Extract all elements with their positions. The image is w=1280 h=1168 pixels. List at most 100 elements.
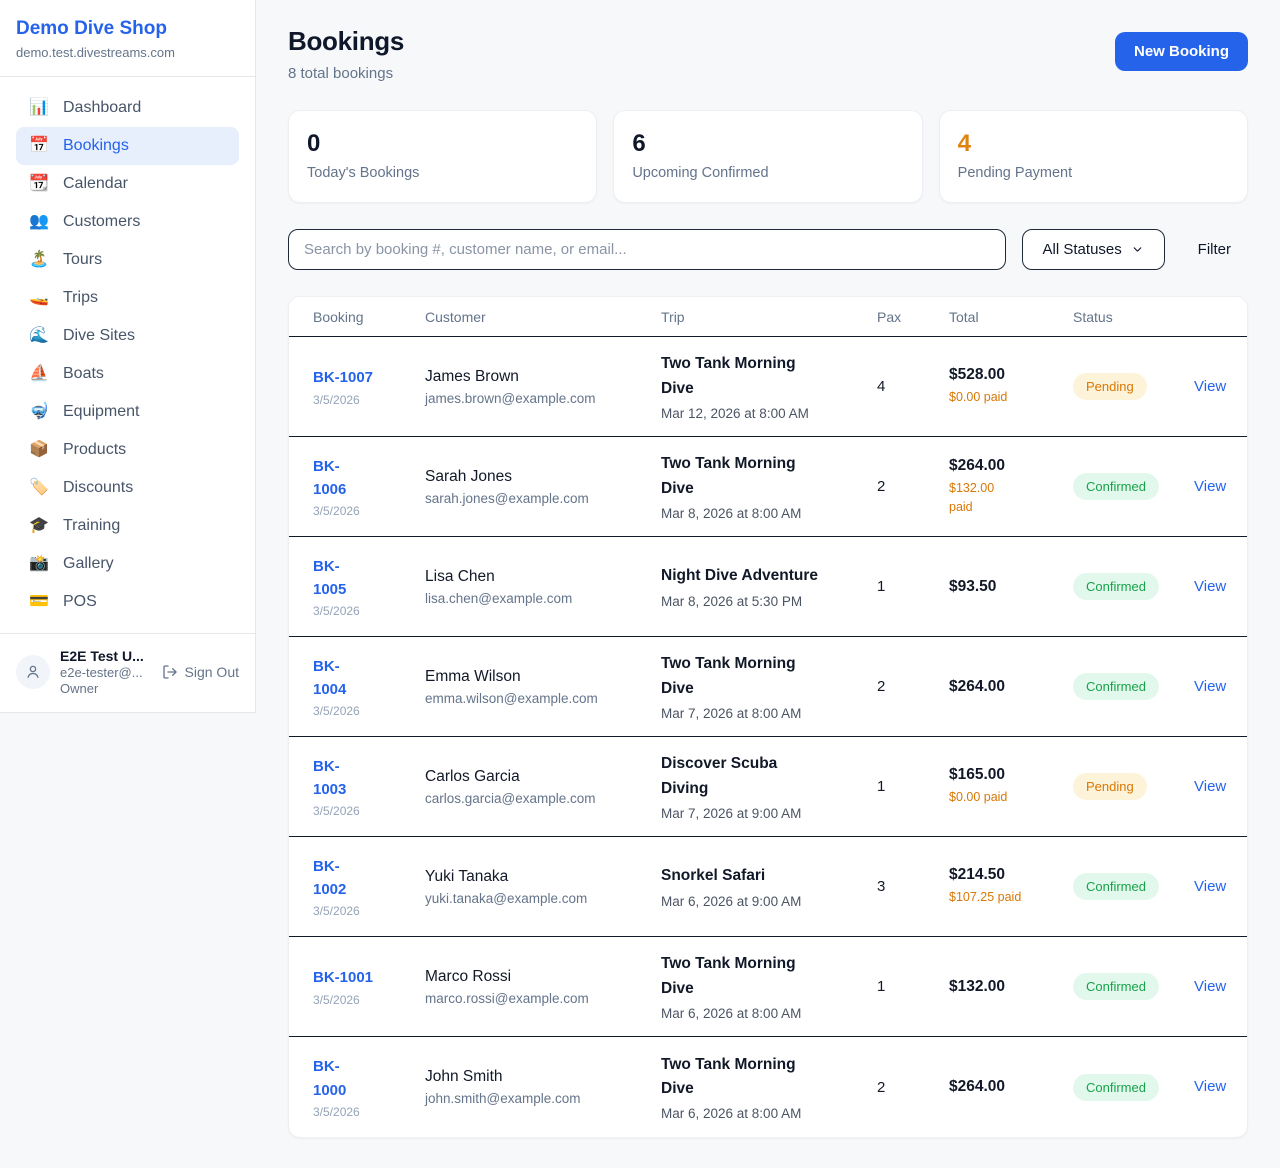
view-link[interactable]: View [1194, 878, 1226, 895]
customer-email: carlos.garcia@example.com [425, 791, 661, 806]
booking-date: 3/5/2026 [313, 393, 425, 407]
view-link[interactable]: View [1194, 578, 1226, 595]
sidebar-item-tours[interactable]: 🏝️ Tours [16, 241, 239, 279]
customer-cell: John Smith john.smith@example.com [425, 1068, 661, 1106]
sidebar-item-equipment[interactable]: 🤿 Equipment [16, 393, 239, 431]
sign-out-button[interactable]: Sign Out [162, 664, 239, 680]
app-root: Demo Dive Shop demo.test.divestreams.com… [0, 0, 1280, 1168]
status-cell: Pending [1073, 773, 1194, 800]
booking-id-link[interactable]: BK-1001 [313, 966, 373, 989]
sidebar-item-label: Tours [63, 251, 102, 269]
total-amount: $264.00 [949, 457, 1073, 475]
view-link[interactable]: View [1194, 978, 1226, 995]
sidebar-item-label: Dive Sites [63, 327, 135, 345]
stats-row: 0 Today's Bookings 6 Upcoming Confirmed … [288, 110, 1248, 203]
customer-cell: James Brown james.brown@example.com [425, 368, 661, 406]
pax-count: 1 [877, 978, 949, 995]
total-amount: $264.00 [949, 1078, 1073, 1096]
sidebar-item-discounts[interactable]: 🏷️ Discounts [16, 469, 239, 507]
pax-count: 4 [877, 378, 949, 395]
booking-cell: BK- 1005 3/5/2026 [313, 555, 425, 619]
table-row: BK- 1005 3/5/2026 Lisa Chen lisa.chen@ex… [289, 537, 1247, 637]
sidebar-item-dive-sites[interactable]: 🌊 Dive Sites [16, 317, 239, 355]
sidebar-item-label: Gallery [63, 555, 114, 573]
paid-amount: $0.00 paid [949, 388, 1073, 406]
status-badge: Confirmed [1073, 573, 1159, 600]
pax-count: 2 [877, 1079, 949, 1096]
view-link[interactable]: View [1194, 678, 1226, 695]
column-header-total: Total [949, 309, 1073, 325]
sidebar-nav: 📊 Dashboard 📅 Bookings 📆 Calendar 👥 Cust… [0, 77, 255, 633]
booking-id-link[interactable]: BK- 1000 [313, 1055, 346, 1102]
trip-name: Two Tank Morning Dive [661, 652, 877, 700]
status-badge: Confirmed [1073, 1074, 1159, 1101]
booking-id-link[interactable]: BK- 1003 [313, 755, 346, 802]
sidebar-item-bookings[interactable]: 📅 Bookings [16, 127, 239, 165]
view-link[interactable]: View [1194, 1078, 1226, 1095]
sidebar-item-pos[interactable]: 💳 POS [16, 583, 239, 621]
customer-email: sarah.jones@example.com [425, 491, 661, 506]
status-cell: Confirmed [1073, 1074, 1194, 1101]
sidebar-item-dashboard[interactable]: 📊 Dashboard [16, 89, 239, 127]
paid-amount: $107.25 paid [949, 888, 1073, 906]
trip-datetime: Mar 8, 2026 at 8:00 AM [661, 506, 877, 521]
table-header-row: BookingCustomerTripPaxTotalStatus [289, 297, 1247, 337]
stat-label: Pending Payment [958, 165, 1229, 181]
sidebar-item-label: POS [63, 593, 97, 611]
view-cell: View [1194, 478, 1226, 496]
sidebar-item-gallery[interactable]: 📸 Gallery [16, 545, 239, 583]
sidebar-item-products[interactable]: 📦 Products [16, 431, 239, 469]
status-cell: Pending [1073, 373, 1194, 400]
trip-datetime: Mar 8, 2026 at 5:30 PM [661, 594, 877, 609]
sign-out-label: Sign Out [185, 664, 239, 680]
total-amount: $214.50 [949, 866, 1073, 884]
view-link[interactable]: View [1194, 778, 1226, 795]
view-cell: View [1194, 978, 1226, 996]
sidebar-item-label: Discounts [63, 479, 133, 497]
table-row: BK- 1000 3/5/2026 John Smith john.smith@… [289, 1037, 1247, 1137]
customer-email: marco.rossi@example.com [425, 991, 661, 1006]
sidebar-item-boats[interactable]: ⛵ Boats [16, 355, 239, 393]
sidebar-item-training[interactable]: 🎓 Training [16, 507, 239, 545]
stat-card: 4 Pending Payment [939, 110, 1248, 203]
sidebar-item-label: Training [63, 517, 120, 535]
customer-name: John Smith [425, 1068, 661, 1086]
customer-name: Carlos Garcia [425, 768, 661, 786]
shop-domain: demo.test.divestreams.com [16, 45, 239, 60]
booking-id-link[interactable]: BK- 1006 [313, 455, 346, 502]
sidebar-item-trips[interactable]: 🚤 Trips [16, 279, 239, 317]
sidebar-item-calendar[interactable]: 📆 Calendar [16, 165, 239, 203]
user-role: Owner [60, 681, 144, 696]
stat-card: 0 Today's Bookings [288, 110, 597, 203]
status-badge: Confirmed [1073, 873, 1159, 900]
booking-date: 3/5/2026 [313, 1105, 425, 1119]
booking-id-link[interactable]: BK- 1005 [313, 555, 346, 602]
status-filter-select[interactable]: All Statuses [1022, 229, 1165, 270]
stat-label: Today's Bookings [307, 165, 578, 181]
sidebar-item-label: Calendar [63, 175, 128, 193]
package-icon: 📦 [28, 442, 50, 458]
total-amount: $528.00 [949, 366, 1073, 384]
trip-cell: Two Tank Morning Dive Mar 6, 2026 at 8:0… [661, 1053, 877, 1121]
new-booking-button[interactable]: New Booking [1115, 32, 1248, 71]
status-cell: Confirmed [1073, 573, 1194, 600]
pax-count: 1 [877, 578, 949, 595]
booking-id-link[interactable]: BK-1007 [313, 366, 373, 389]
total-cell: $528.00 $0.00 paid [949, 366, 1073, 406]
filter-button[interactable]: Filter [1181, 241, 1248, 258]
view-link[interactable]: View [1194, 478, 1226, 495]
search-input[interactable] [288, 229, 1006, 270]
trip-name: Snorkel Safari [661, 864, 877, 888]
trip-cell: Discover Scuba Diving Mar 7, 2026 at 9:0… [661, 752, 877, 820]
person-icon [24, 663, 42, 681]
user-section: E2E Test U... e2e-tester@... Owner Sign … [0, 633, 255, 712]
booking-id-link[interactable]: BK- 1002 [313, 855, 346, 902]
status-cell: Confirmed [1073, 473, 1194, 500]
sidebar-item-customers[interactable]: 👥 Customers [16, 203, 239, 241]
total-amount: $264.00 [949, 678, 1073, 696]
view-link[interactable]: View [1194, 378, 1226, 395]
trip-cell: Night Dive Adventure Mar 8, 2026 at 5:30… [661, 564, 877, 608]
customer-name: Yuki Tanaka [425, 868, 661, 886]
booking-id-link[interactable]: BK- 1004 [313, 655, 346, 702]
user-name: E2E Test U... [60, 648, 144, 664]
